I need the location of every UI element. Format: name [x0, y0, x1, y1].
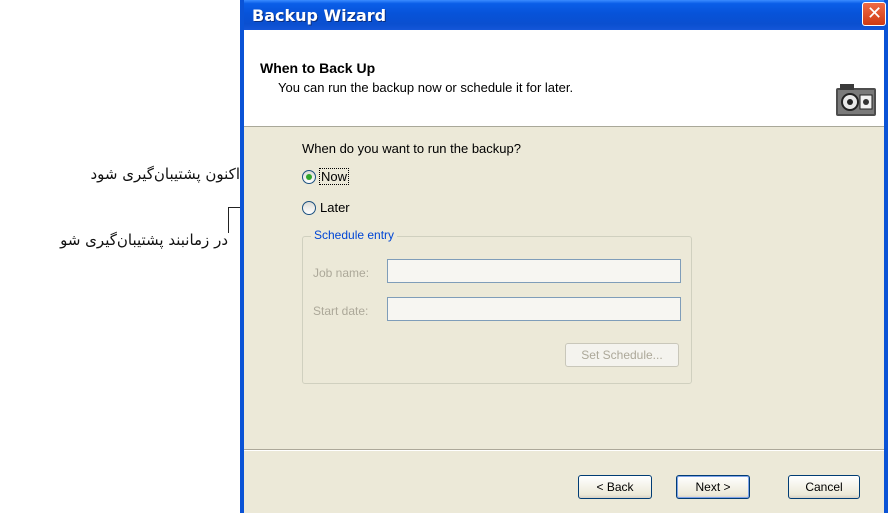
page-subtitle: You can run the backup now or schedule i…: [278, 80, 574, 95]
next-button[interactable]: Next >: [676, 475, 750, 499]
annotation-now-label: اکنون پشتیبان‌گیری شود: [90, 165, 240, 183]
start-date-field[interactable]: [387, 297, 681, 321]
radio-now-indicator[interactable]: [302, 169, 316, 184]
annotation-later-leader-vertical: [228, 207, 229, 233]
start-date-label: Start date:: [313, 304, 369, 318]
wizard-header: When to Back Up You can run the backup n…: [244, 30, 884, 127]
annotation-later-label: در زمانبند پشتیبان‌گیری شو: [60, 231, 228, 249]
question-label: When do you want to run the backup?: [302, 141, 521, 156]
schedule-entry-group: Schedule entry Job name: Start date: Set…: [302, 228, 692, 384]
job-name-label: Job name:: [313, 266, 370, 280]
footer-separator: [244, 449, 884, 451]
window-title: Backup Wizard: [252, 6, 387, 25]
job-name-field[interactable]: [387, 259, 681, 283]
radio-later-label[interactable]: Later: [320, 200, 350, 215]
title-bar[interactable]: Backup Wizard ✕: [244, 0, 886, 30]
radio-now-label[interactable]: Now: [318, 168, 350, 185]
schedule-entry-legend: Schedule entry: [311, 228, 398, 242]
wizard-body: When do you want to run the backup? Now …: [244, 127, 884, 513]
backup-wizard-window: Backup Wizard ✕ When to Back Up You can …: [240, 0, 888, 513]
page-title: When to Back Up: [260, 60, 376, 76]
cancel-button[interactable]: Cancel: [788, 475, 860, 499]
close-button[interactable]: ✕: [862, 2, 886, 26]
radio-later-indicator[interactable]: [302, 200, 316, 215]
back-button[interactable]: < Back: [578, 475, 652, 499]
radio-later[interactable]: Later: [302, 200, 350, 215]
radio-now[interactable]: Now: [302, 168, 350, 185]
backup-camera-icon: [832, 78, 880, 124]
close-icon: ✕: [867, 3, 883, 24]
set-schedule-button[interactable]: Set Schedule...: [565, 343, 679, 367]
